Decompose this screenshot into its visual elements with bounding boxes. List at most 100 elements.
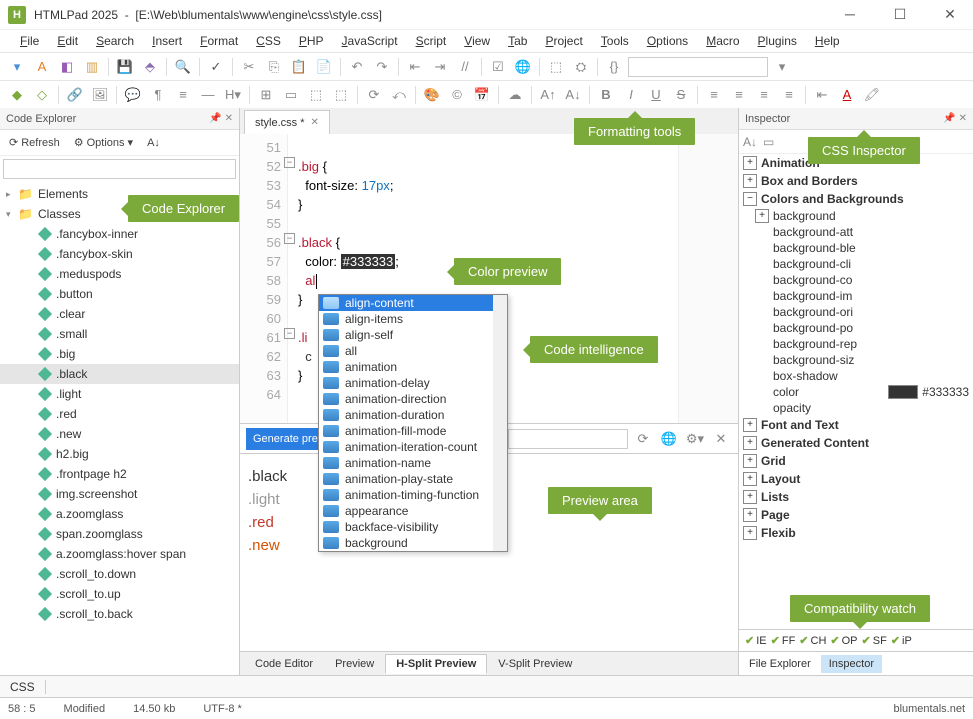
inspector-prop[interactable]: background-cli	[739, 256, 973, 272]
preview-close-icon[interactable]: ✕	[710, 428, 732, 450]
pin-icon[interactable]: 📌	[943, 113, 955, 124]
menu-view[interactable]: View	[456, 32, 498, 50]
menu-edit[interactable]: Edit	[49, 32, 86, 50]
editor-tab[interactable]: H-Split Preview	[385, 654, 487, 674]
cut-icon[interactable]: ✂	[238, 56, 260, 78]
inspector-tree[interactable]: +Animation+Box and Borders−Colors and Ba…	[739, 154, 973, 629]
tag-icon[interactable]: ◆	[6, 84, 28, 106]
inspector-section[interactable]: +Grid	[739, 452, 973, 470]
cloud-icon[interactable]: ☁	[504, 84, 526, 106]
inspector-prop[interactable]: background-co	[739, 272, 973, 288]
inspector-prop[interactable]: background-po	[739, 320, 973, 336]
autocomplete-item[interactable]: animation-play-state	[319, 471, 507, 487]
menu-javascript[interactable]: JavaScript	[334, 32, 406, 50]
fold-icon[interactable]: −	[284, 233, 295, 244]
tree-class-item[interactable]: .red	[0, 404, 239, 424]
bold-icon[interactable]: B	[595, 84, 617, 106]
menu-search[interactable]: Search	[88, 32, 142, 50]
spellcheck-icon[interactable]: ✓	[205, 56, 227, 78]
maximize-button[interactable]: ☐	[885, 6, 915, 23]
autocomplete-scrollbar[interactable]	[493, 295, 507, 551]
tool1-icon[interactable]: ⬚	[545, 56, 567, 78]
project-dropdown[interactable]	[628, 57, 768, 77]
fold-icon[interactable]: −	[284, 157, 295, 168]
close-panel-icon[interactable]: ✕	[225, 113, 233, 124]
inspector-prop[interactable]: color#333333	[739, 384, 973, 400]
autocomplete-item[interactable]: background	[319, 535, 507, 551]
menu-css[interactable]: CSS	[248, 32, 289, 50]
autocomplete-item[interactable]: animation-fill-mode	[319, 423, 507, 439]
tag2-icon[interactable]: ◇	[31, 84, 53, 106]
save-all-icon[interactable]: ⬘	[139, 56, 161, 78]
browser-icon[interactable]: 🌐	[512, 56, 534, 78]
tree-class-item[interactable]: h2.big	[0, 444, 239, 464]
inspector-prop[interactable]: box-shadow	[739, 368, 973, 384]
strike-icon[interactable]: S	[670, 84, 692, 106]
inspector-section[interactable]: −Colors and Backgrounds	[739, 190, 973, 208]
tree-class-item[interactable]: .meduspods	[0, 264, 239, 284]
minimap[interactable]	[678, 134, 738, 423]
preview-settings-icon[interactable]: ⚙▾	[684, 428, 706, 450]
preview-refresh-icon[interactable]: ⟳	[632, 428, 654, 450]
code-tree[interactable]: ▸📁Elements▾📁Classes.fancybox-inner.fancy…	[0, 182, 239, 675]
autocomplete-item[interactable]: animation-direction	[319, 391, 507, 407]
font-inc-icon[interactable]: A↑	[537, 84, 559, 106]
tool2-icon[interactable]: ⛭	[570, 56, 592, 78]
sort-button[interactable]: A↓	[142, 135, 165, 151]
autocomplete-item[interactable]: align-items	[319, 311, 507, 327]
autocomplete-item[interactable]: appearance	[319, 503, 507, 519]
tree-class-item[interactable]: .scroll_to.back	[0, 604, 239, 624]
tree-class-item[interactable]: a.zoomglass	[0, 504, 239, 524]
align-right-icon[interactable]: ≡	[753, 84, 775, 106]
inspector-prop[interactable]: background-ble	[739, 240, 973, 256]
form-icon[interactable]: ▭	[280, 84, 302, 106]
inspector-section[interactable]: +Generated Content	[739, 434, 973, 452]
inspector-prop[interactable]: background-im	[739, 288, 973, 304]
new-file-icon[interactable]: ▾	[6, 56, 28, 78]
autocomplete-item[interactable]: animation-delay	[319, 375, 507, 391]
validate-icon[interactable]: ☑	[487, 56, 509, 78]
inspector-section[interactable]: +Font and Text	[739, 416, 973, 434]
menu-insert[interactable]: Insert	[144, 32, 190, 50]
div-icon[interactable]: ⬚	[305, 84, 327, 106]
menu-help[interactable]: Help	[807, 32, 848, 50]
refresh-button[interactable]: ⟳ Refresh	[4, 134, 65, 151]
tree-class-item[interactable]: .clear	[0, 304, 239, 324]
inspector-section[interactable]: +Flexib	[739, 524, 973, 542]
autocomplete-item[interactable]: animation-timing-function	[319, 487, 507, 503]
refresh-icon[interactable]: ⟳	[363, 84, 385, 106]
underline-icon[interactable]: U	[645, 84, 667, 106]
paste-icon[interactable]: 📋	[288, 56, 310, 78]
open-icon[interactable]: ▥	[81, 56, 103, 78]
editor-tab[interactable]: Preview	[324, 654, 385, 674]
menu-options[interactable]: Options	[639, 32, 696, 50]
indent-right-icon[interactable]: ⇥	[429, 56, 451, 78]
span-icon[interactable]: ⬚	[330, 84, 352, 106]
list-icon[interactable]: ≡	[172, 84, 194, 106]
menu-plugins[interactable]: Plugins	[750, 32, 805, 50]
preview-browser-icon[interactable]: 🌐	[658, 428, 680, 450]
text-color-icon[interactable]: A	[836, 84, 858, 106]
autocomplete-item[interactable]: backface-visibility	[319, 519, 507, 535]
menu-format[interactable]: Format	[192, 32, 246, 50]
inspector-prop[interactable]: +background	[739, 208, 973, 224]
table-icon[interactable]: ⊞	[255, 84, 277, 106]
tree-class-item[interactable]: .frontpage h2	[0, 464, 239, 484]
align-justify-icon[interactable]: ≡	[778, 84, 800, 106]
tree-class-item[interactable]: .big	[0, 344, 239, 364]
chevron-down-icon[interactable]: ▾	[771, 56, 793, 78]
explorer-search-input[interactable]	[3, 159, 236, 179]
new-html-icon[interactable]: A	[31, 56, 53, 78]
comment-icon[interactable]: //	[454, 56, 476, 78]
italic-icon[interactable]: I	[620, 84, 642, 106]
menu-macro[interactable]: Macro	[698, 32, 747, 50]
menu-php[interactable]: PHP	[291, 32, 332, 50]
new-php-icon[interactable]: ◧	[56, 56, 78, 78]
tree-class-item[interactable]: .black	[0, 364, 239, 384]
autocomplete-item[interactable]: align-self	[319, 327, 507, 343]
tool3-icon[interactable]: {}	[603, 56, 625, 78]
hr-icon[interactable]: —	[197, 84, 219, 106]
tree-class-item[interactable]: .small	[0, 324, 239, 344]
menu-script[interactable]: Script	[408, 32, 455, 50]
copy-icon[interactable]: ⎘	[263, 56, 285, 78]
